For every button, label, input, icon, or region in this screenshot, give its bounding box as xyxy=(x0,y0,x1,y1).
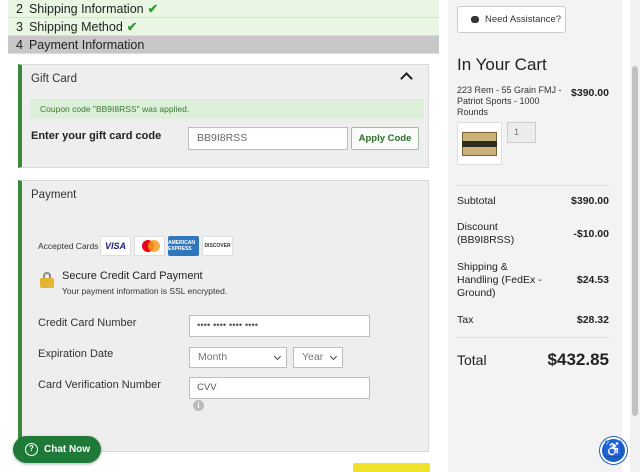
divider xyxy=(457,185,609,186)
tax-label: Tax xyxy=(457,314,474,326)
product-price: $390.00 xyxy=(571,87,609,99)
chevron-down-icon xyxy=(329,352,338,361)
quantity-field: 1 xyxy=(507,122,536,143)
apply-code-button[interactable]: Apply Code xyxy=(351,127,419,150)
step-label: Payment Information xyxy=(28,38,145,52)
scrollbar-thumb[interactable] xyxy=(632,66,638,416)
product-name[interactable]: 223 Rem - 55 Grain FMJ - Patriot Sports … xyxy=(457,85,562,118)
divider xyxy=(457,337,609,338)
step-label: Shipping Information xyxy=(28,2,144,16)
check-icon: ✔ xyxy=(126,20,138,34)
step-shipping-information[interactable]: 2 Shipping Information ✔ xyxy=(8,0,439,18)
month-value: Month xyxy=(198,351,228,363)
info-icon[interactable]: i xyxy=(193,400,204,411)
gift-card-label: Enter your gift card code xyxy=(31,130,162,142)
discount-label: Discount (BB9I8RSS) xyxy=(457,221,515,246)
cart-sidebar: Need Assistance? In Your Cart 223 Rem - … xyxy=(448,0,622,472)
credit-card-number-input[interactable]: •••• •••• •••• •••• xyxy=(189,315,370,337)
accepted-cards-label: Accepted Cards xyxy=(38,241,99,251)
total-value: $432.85 xyxy=(547,350,609,369)
step-payment-information: 4 Payment Information xyxy=(8,36,439,54)
expiration-date-label: Expiration Date xyxy=(38,348,114,360)
checkout-column: 2 Shipping Information ✔ 3 Shipping Method ✔… xyxy=(8,0,439,472)
chat-label: Chat Now xyxy=(44,444,91,455)
year-value: Year xyxy=(302,351,324,363)
shipping-label: Shipping & Handling (FedEx - Ground) xyxy=(457,261,542,299)
expiration-month-select[interactable]: Month xyxy=(189,347,287,368)
subtotal-label: Subtotal xyxy=(457,195,496,207)
payment-panel: Payment Accepted Cards VISA AMERICAN EXP… xyxy=(18,180,429,452)
expiration-year-select[interactable]: Year xyxy=(293,347,343,368)
cvv-label: Card Verification Number xyxy=(38,379,161,391)
need-assistance-label: Need Assistance? xyxy=(485,14,562,25)
cart-title: In Your Cart xyxy=(457,55,547,74)
total-label: Total xyxy=(457,352,487,368)
credit-card-number-label: Credit Card Number xyxy=(38,317,137,329)
continue-button[interactable] xyxy=(353,463,430,472)
chevron-up-icon[interactable] xyxy=(400,72,413,85)
chat-now-button[interactable]: ? Chat Now xyxy=(13,436,101,463)
gift-card-input[interactable]: BB9I8RSS xyxy=(188,127,348,150)
question-icon: ? xyxy=(25,443,38,456)
visa-icon: VISA xyxy=(100,236,131,256)
tax-value: $28.32 xyxy=(576,314,609,326)
discount-value: -$10.00 xyxy=(573,228,609,240)
accepted-cards: VISA AMERICAN EXPRESS DISCOVER xyxy=(100,236,233,256)
lock-icon xyxy=(40,272,54,288)
check-icon: ✔ xyxy=(147,2,159,16)
accessibility-icon[interactable]: ♿ xyxy=(600,437,627,464)
coupon-applied-notice: Coupon code "BB9I8RSS" was applied. xyxy=(30,99,424,119)
step-label: Shipping Method xyxy=(28,20,123,34)
discover-icon: DISCOVER xyxy=(202,236,233,256)
chevron-down-icon xyxy=(273,352,282,361)
secure-payment-subtitle: Your payment information is SSL encrypte… xyxy=(62,286,228,296)
step-number: 4 xyxy=(16,38,23,52)
step-shipping-method[interactable]: 3 Shipping Method ✔ xyxy=(8,18,439,36)
subtotal-value: $390.00 xyxy=(571,195,609,207)
amex-icon: AMERICAN EXPRESS xyxy=(168,236,199,256)
mastercard-icon xyxy=(134,236,165,256)
need-assistance-button[interactable]: Need Assistance? xyxy=(457,6,566,33)
shipping-value: $24.53 xyxy=(576,274,609,286)
gift-card-panel: Gift Card Coupon code "BB9I8RSS" was app… xyxy=(18,64,429,168)
secure-payment-title: Secure Credit Card Payment xyxy=(62,270,203,282)
product-image[interactable] xyxy=(457,122,502,165)
chat-bubble-icon xyxy=(471,16,479,23)
payment-title: Payment xyxy=(31,189,77,201)
step-number: 3 xyxy=(16,20,23,34)
gift-card-title: Gift Card xyxy=(31,73,78,85)
cvv-input[interactable]: CVV xyxy=(189,377,370,399)
step-number: 2 xyxy=(16,2,23,16)
